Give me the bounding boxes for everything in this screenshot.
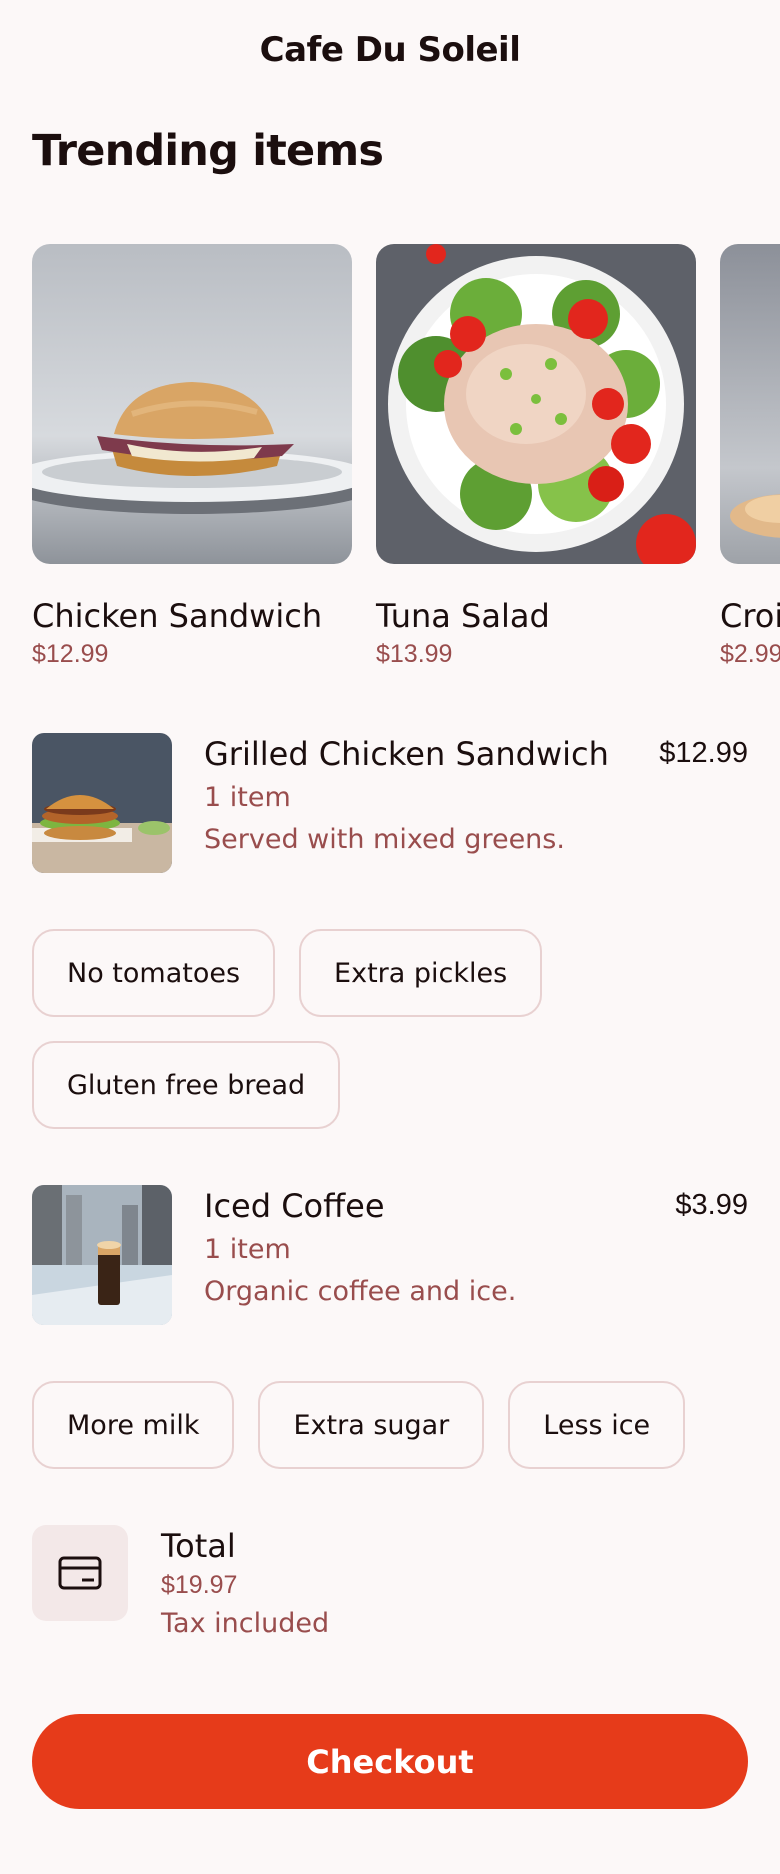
card-price: $13.99 [376, 640, 453, 668]
cart-item-name: Iced Coffee [204, 1187, 385, 1225]
card-name: Croissant [720, 597, 780, 635]
cart-item-quantity: 1 item [204, 782, 291, 813]
cart-item-description: Organic coffee and ice. [204, 1276, 517, 1307]
trending-card[interactable]: Croissant $2.99 [720, 244, 780, 669]
option-chip[interactable]: More milk [32, 1381, 235, 1469]
option-chip[interactable]: Extra sugar [258, 1381, 485, 1469]
card-name: Chicken Sandwich [32, 597, 323, 635]
grilled-chicken-sandwich-photo [32, 733, 172, 873]
total-label: Total [161, 1527, 236, 1565]
checkout-button[interactable]: Checkout [32, 1714, 748, 1809]
cart-item-description: Served with mixed greens. [204, 824, 565, 855]
option-chip[interactable]: Extra pickles [299, 929, 543, 1017]
item-options: No tomatoes Extra pickles Gluten free br… [0, 929, 780, 1129]
option-chip[interactable]: No tomatoes [32, 929, 276, 1017]
top-bar: Cafe Du Soleil [0, 0, 780, 100]
cart-item-name: Grilled Chicken Sandwich [204, 735, 609, 773]
credit-card-icon [32, 1525, 128, 1621]
item-options: More milk Extra sugar Less ice [0, 1381, 780, 1469]
trending-card[interactable]: Tuna Salad $13.99 [376, 244, 696, 669]
trending-card[interactable]: Chicken Sandwich $12.99 [32, 244, 352, 669]
cart-item-info: Iced Coffee 1 item Organic coffee and ic… [172, 1185, 675, 1313]
option-chip[interactable]: Less ice [508, 1381, 686, 1469]
tax-note: Tax included [161, 1608, 330, 1639]
app-screen: Cafe Du Soleil Trending items Chicken Sa… [0, 0, 780, 1874]
total-info: Total $19.97 Tax included [128, 1525, 329, 1639]
card-name: Tuna Salad [376, 597, 550, 635]
cart-item-price: $3.99 [675, 1189, 748, 1221]
trending-carousel[interactable]: Chicken Sandwich $12.99 Tuna Salad $13.9… [0, 220, 780, 669]
chicken-sandwich-photo [32, 244, 352, 564]
cart-item-quantity: 1 item [204, 1234, 291, 1265]
iced-coffee-photo [32, 1185, 172, 1325]
cart-item[interactable]: Grilled Chicken Sandwich 1 item Served w… [0, 733, 780, 873]
card-price: $12.99 [32, 640, 109, 668]
cart-item-info: Grilled Chicken Sandwich 1 item Served w… [172, 733, 659, 861]
cafe-title: Cafe Du Soleil [259, 30, 521, 70]
croissant-photo [720, 244, 780, 564]
cart-item[interactable]: Iced Coffee 1 item Organic coffee and ic… [0, 1185, 780, 1325]
total-value: $19.97 [161, 1571, 238, 1599]
total-summary: Total $19.97 Tax included [0, 1525, 780, 1639]
tuna-salad-photo [376, 244, 696, 564]
cart-item-price: $12.99 [659, 737, 748, 769]
card-price: $2.99 [720, 640, 780, 668]
trending-title: Trending items [32, 126, 384, 176]
option-chip[interactable]: Gluten free bread [32, 1041, 341, 1129]
